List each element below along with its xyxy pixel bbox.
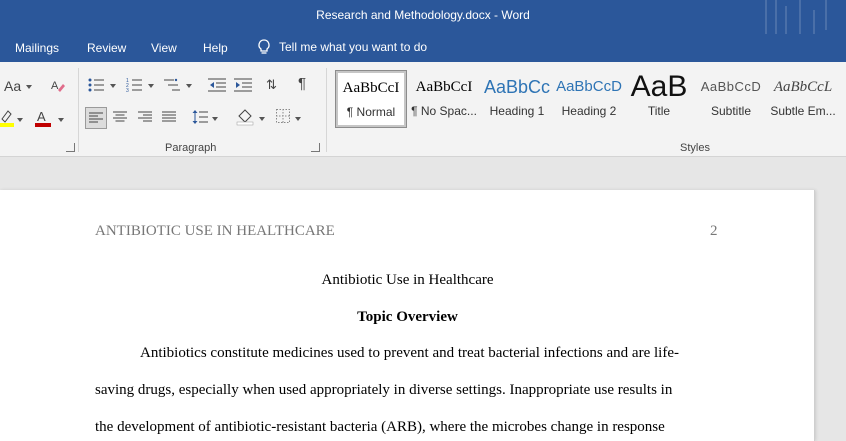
highlight-color-icon[interactable] (0, 109, 14, 127)
paragraph-group-label: Paragraph (165, 142, 217, 154)
style-heading-2[interactable]: AaBbCcD Heading 2 (553, 70, 625, 128)
align-center-icon[interactable] (113, 111, 127, 123)
line-spacing-icon[interactable] (192, 109, 208, 125)
paragraph-line[interactable]: the development of antibiotic-resistant … (95, 419, 665, 436)
shading-icon[interactable] (236, 108, 254, 126)
align-right-icon[interactable] (138, 111, 152, 123)
style-name: ¶ No Spac... (411, 104, 477, 118)
chevron-down-icon[interactable] (17, 118, 23, 122)
tab-help[interactable]: Help (203, 41, 228, 55)
style-preview: AaBbCc (483, 77, 551, 97)
page-header[interactable]: ANTIBIOTIC USE IN HEALTHCARE (95, 223, 335, 240)
page-number: 2 (710, 223, 718, 239)
document-title[interactable]: Antibiotic Use in Healthcare (0, 272, 815, 289)
align-left-icon (89, 112, 103, 123)
style-heading-1[interactable]: AaBbCc Heading 1 (481, 70, 553, 128)
chevron-down-icon[interactable] (26, 85, 32, 89)
document-page[interactable]: ANTIBIOTIC USE IN HEALTHCARE 2 Antibioti… (0, 190, 815, 441)
chevron-down-icon[interactable] (259, 117, 265, 121)
style-preview: AaBbCcI (342, 80, 400, 96)
tab-review[interactable]: Review (87, 41, 126, 55)
tell-me-search[interactable]: Tell me what you want to do (257, 39, 427, 55)
title-bar-decoration (765, 0, 827, 34)
chevron-down-icon[interactable] (110, 84, 116, 88)
svg-text:A: A (37, 109, 46, 124)
paragraph-dialog-launcher[interactable] (311, 143, 320, 152)
font-dialog-launcher[interactable] (66, 143, 75, 152)
style-subtle-emphasis[interactable]: AaBbCcL Subtle Em... (767, 70, 839, 128)
svg-text:3: 3 (126, 88, 129, 93)
style-name: Heading 2 (561, 104, 617, 118)
section-heading[interactable]: Topic Overview (0, 309, 815, 326)
paragraph-line[interactable]: Antibiotics constitute medicines used to… (140, 345, 679, 362)
style-name: Subtitle (710, 104, 752, 118)
paragraph-line[interactable]: saving drugs, especially when used appro… (95, 382, 672, 399)
style-no-spacing[interactable]: AaBbCcI ¶ No Spac... (408, 70, 480, 128)
numbering-icon[interactable]: 123 (126, 77, 142, 93)
ribbon: Aa A A 123 ⇅ ¶ Paragraph AaBbCcI ¶ Norma… (0, 62, 846, 157)
increase-indent-icon[interactable] (234, 77, 252, 93)
group-separator (78, 68, 79, 152)
show-formatting-marks-icon[interactable]: ¶ (298, 76, 306, 92)
style-subtitle[interactable]: AaBbCcD Subtitle (695, 70, 767, 128)
chevron-down-icon[interactable] (58, 118, 64, 122)
chevron-down-icon[interactable] (295, 117, 301, 121)
style-preview: AaB (630, 70, 688, 103)
style-normal[interactable]: AaBbCcI ¶ Normal (335, 70, 407, 128)
multilevel-list-icon[interactable] (164, 77, 180, 93)
style-name: Heading 1 (489, 104, 545, 118)
title-bar: Research and Methodology.docx - Word (0, 0, 846, 34)
style-name: Subtle Em... (770, 104, 836, 118)
justify-icon[interactable] (162, 111, 176, 123)
decrease-indent-icon[interactable] (208, 77, 226, 93)
group-separator (326, 68, 327, 152)
svg-text:A: A (51, 80, 59, 92)
borders-icon[interactable] (276, 109, 290, 123)
tab-mailings[interactable]: Mailings (15, 41, 59, 55)
align-left-button[interactable] (85, 107, 107, 129)
chevron-down-icon[interactable] (212, 117, 218, 121)
style-preview: AaBbCcD (700, 79, 762, 94)
chevron-down-icon[interactable] (186, 84, 192, 88)
styles-group-label: Styles (680, 142, 710, 154)
ribbon-tabs: Mailings Review View Help Tell me what y… (0, 34, 846, 62)
bullets-icon[interactable] (88, 77, 104, 93)
style-preview: AaBbCcL (773, 79, 833, 95)
sort-icon[interactable]: ⇅ (266, 77, 277, 93)
style-preview: AaBbCcD (556, 78, 622, 95)
lightbulb-icon (258, 39, 270, 54)
tell-me-label: Tell me what you want to do (279, 40, 428, 54)
clear-formatting-icon[interactable]: A (50, 77, 66, 93)
window-title: Research and Methodology.docx - Word (316, 8, 530, 22)
style-name: ¶ Normal (346, 105, 396, 119)
change-case-label: Aa (4, 78, 22, 94)
style-preview: AaBbCcI (415, 79, 473, 95)
chevron-down-icon[interactable] (148, 84, 154, 88)
change-case-button[interactable]: Aa (4, 78, 21, 94)
tab-view[interactable]: View (151, 41, 177, 55)
style-title[interactable]: AaB Title (623, 70, 695, 128)
font-color-icon[interactable]: A (35, 109, 51, 127)
style-name: Title (647, 104, 671, 118)
